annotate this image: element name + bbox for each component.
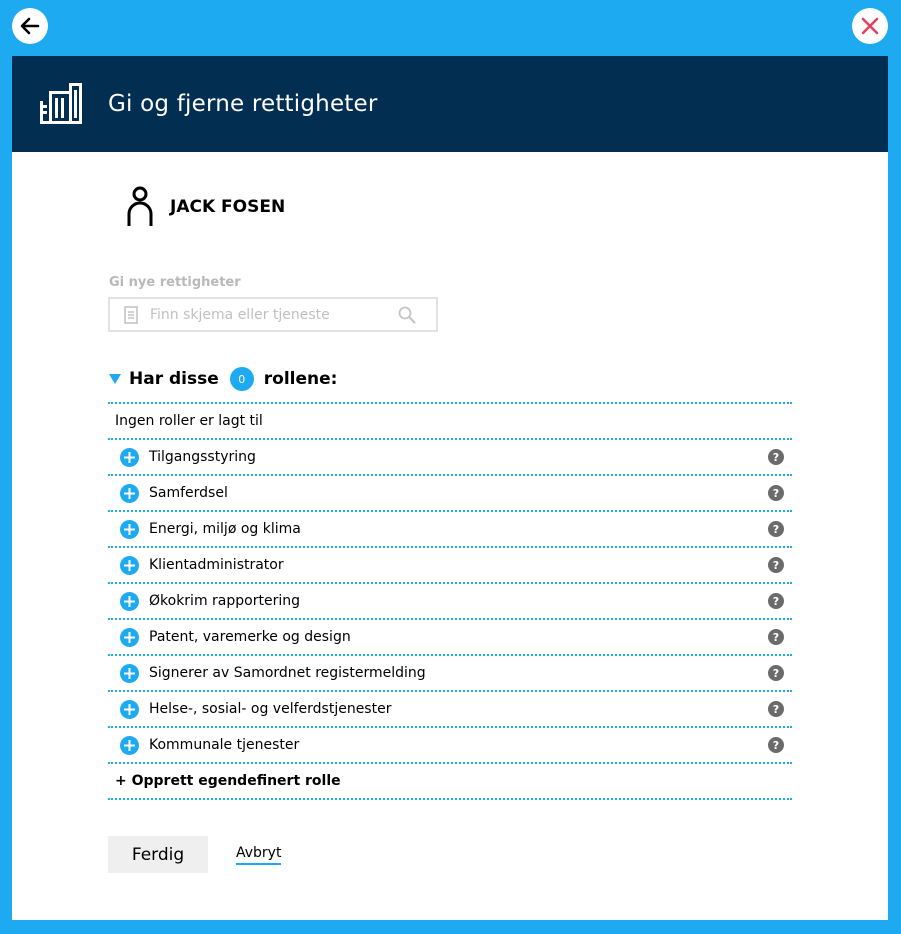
search-input[interactable] <box>148 305 392 324</box>
plus-icon[interactable] <box>120 555 139 575</box>
empty-roles-text: Ingen roller er lagt til <box>108 404 792 440</box>
role-label: Kommunale tjenester <box>149 737 300 753</box>
help-icon[interactable]: ? <box>768 665 784 681</box>
plus-icon[interactable] <box>120 735 139 755</box>
plus-icon[interactable] <box>120 483 139 503</box>
search-label: Gi nye rettigheter <box>109 275 241 290</box>
triangle-down-icon <box>109 374 121 384</box>
help-icon[interactable]: ? <box>768 737 784 753</box>
role-row[interactable]: Samferdsel? <box>108 476 792 512</box>
done-button[interactable]: Ferdig <box>108 836 208 873</box>
role-label: Helse-, sosial- og velferdstjenester <box>149 701 392 717</box>
plus-icon[interactable] <box>120 447 139 467</box>
plus-icon[interactable] <box>120 591 139 611</box>
roles-heading-pre: Har disse <box>129 369 219 389</box>
role-row[interactable]: Klientadministrator? <box>108 548 792 584</box>
role-label: Økokrim rapportering <box>149 593 300 609</box>
roles-count-badge: 0 <box>229 367 254 391</box>
plus-icon[interactable] <box>120 663 139 683</box>
role-label: Patent, varemerke og design <box>149 629 351 645</box>
role-label: Samferdsel <box>149 485 228 501</box>
help-icon[interactable]: ? <box>768 557 784 573</box>
help-icon[interactable]: ? <box>768 593 784 609</box>
role-row[interactable]: Energi, miljø og klima? <box>108 512 792 548</box>
help-icon[interactable]: ? <box>768 629 784 645</box>
role-row[interactable]: Patent, varemerke og design? <box>108 620 792 656</box>
create-custom-role-link[interactable]: + Opprett egendefinert rolle <box>108 764 792 800</box>
roles-heading[interactable]: Har disse 0 rollene: <box>109 367 337 391</box>
role-label: Klientadministrator <box>149 557 284 573</box>
help-icon[interactable]: ? <box>768 485 784 501</box>
role-label: Tilgangsstyring <box>149 449 256 465</box>
role-row[interactable]: Helse-, sosial- og velferdstjenester? <box>108 692 792 728</box>
document-icon <box>124 305 138 324</box>
search-field[interactable] <box>108 297 438 332</box>
close-button[interactable] <box>852 8 888 44</box>
help-icon[interactable]: ? <box>768 521 784 537</box>
roles-heading-post: rollene: <box>263 369 338 389</box>
modal-header: Gi og fjerne rettigheter <box>12 56 888 152</box>
role-row[interactable]: Kommunale tjenester? <box>108 728 792 764</box>
role-label: Signerer av Samordnet registermelding <box>149 665 426 681</box>
cancel-link[interactable]: Avbryt <box>236 845 282 865</box>
role-row[interactable]: Tilgangsstyring? <box>108 440 792 476</box>
plus-icon[interactable] <box>120 627 139 647</box>
role-label: Energi, miljø og klima <box>149 521 301 537</box>
building-icon <box>40 83 82 124</box>
user-name: JACK FOSEN <box>170 197 286 217</box>
user-icon <box>127 186 153 226</box>
back-button[interactable] <box>12 8 48 44</box>
roles-list: Ingen roller er lagt til Tilgangsstyring… <box>108 402 792 800</box>
search-icon[interactable] <box>398 306 416 324</box>
close-icon <box>861 17 879 35</box>
role-row[interactable]: Økokrim rapportering? <box>108 584 792 620</box>
help-icon[interactable]: ? <box>768 449 784 465</box>
back-arrow-icon <box>20 17 40 35</box>
rights-modal: Gi og fjerne rettigheter JACK FOSEN Gi n… <box>12 56 888 920</box>
plus-icon[interactable] <box>120 699 139 719</box>
page-title: Gi og fjerne rettigheter <box>108 91 378 117</box>
role-row[interactable]: Signerer av Samordnet registermelding? <box>108 656 792 692</box>
help-icon[interactable]: ? <box>768 701 784 717</box>
plus-icon[interactable] <box>120 519 139 539</box>
user-info: JACK FOSEN <box>126 186 285 228</box>
